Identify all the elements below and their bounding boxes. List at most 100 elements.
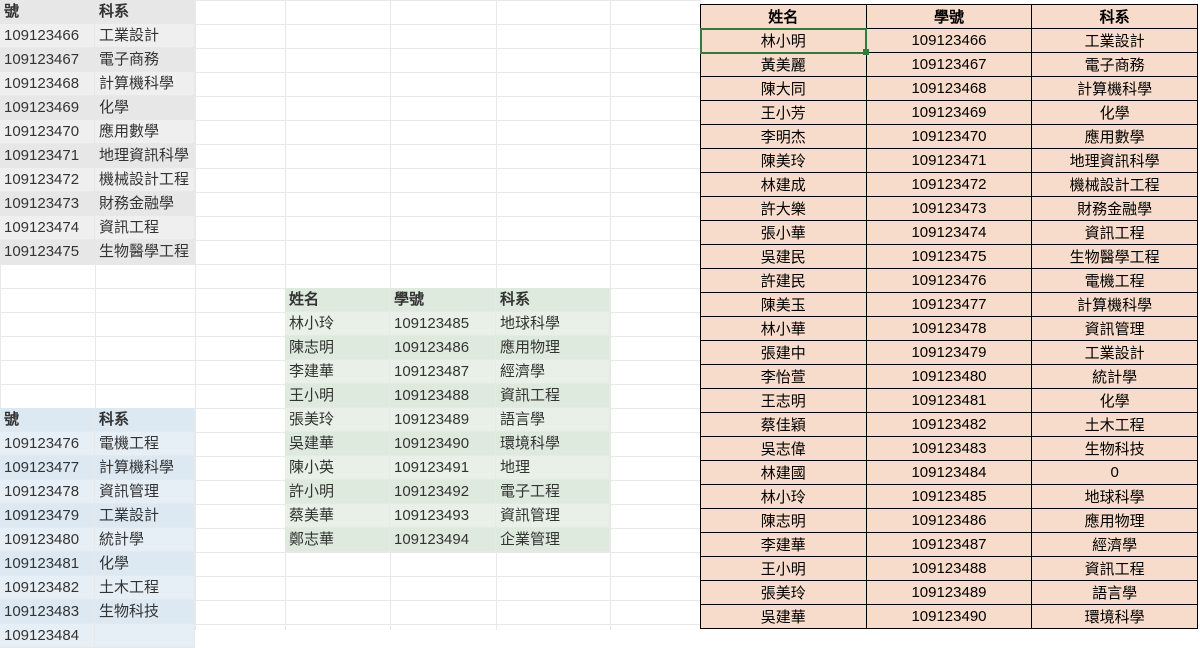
right-name[interactable]: 吳建民: [701, 245, 867, 269]
mid-id[interactable]: 109123491: [390, 456, 496, 480]
mid-dept[interactable]: 資訊工程: [496, 384, 610, 408]
selection-handle[interactable]: [863, 49, 869, 55]
mid-id[interactable]: 109123493: [390, 504, 496, 528]
right-name[interactable]: 黃美麗: [701, 53, 867, 77]
left-top-dept[interactable]: 機械設計工程: [95, 168, 195, 192]
left-top-id[interactable]: 109123469: [0, 96, 95, 120]
left-top-id[interactable]: 109123474: [0, 216, 95, 240]
left-top-dept[interactable]: 生物醫學工程: [95, 240, 195, 264]
right-id[interactable]: 109123488: [866, 557, 1032, 581]
right-dept[interactable]: 化學: [1032, 101, 1198, 125]
right-dept[interactable]: 地理資訊科學: [1032, 149, 1198, 173]
right-name[interactable]: 李明杰: [701, 125, 867, 149]
mid-name[interactable]: 蔡美華: [285, 504, 390, 528]
mid-id[interactable]: 109123485: [390, 312, 496, 336]
right-id[interactable]: 109123470: [866, 125, 1032, 149]
left-bottom-dept[interactable]: 計算機科學: [95, 456, 195, 480]
left-top-dept[interactable]: 計算機科學: [95, 72, 195, 96]
mid-id[interactable]: 109123490: [390, 432, 496, 456]
right-name[interactable]: 張建中: [701, 341, 867, 365]
mid-dept[interactable]: 應用物理: [496, 336, 610, 360]
right-dept[interactable]: 環境科學: [1032, 605, 1198, 629]
left-top-dept[interactable]: 財務金融學: [95, 192, 195, 216]
mid-id[interactable]: 109123487: [390, 360, 496, 384]
mid-header-name[interactable]: 姓名: [285, 288, 390, 312]
left-bottom-dept[interactable]: 土木工程: [95, 576, 195, 600]
mid-name[interactable]: 鄭志華: [285, 528, 390, 552]
left-top-id[interactable]: 109123471: [0, 144, 95, 168]
left-bottom-id[interactable]: 109123484: [0, 624, 95, 648]
right-id[interactable]: 109123466: [866, 29, 1032, 53]
right-header-name[interactable]: 姓名: [701, 5, 867, 29]
mid-header-dept[interactable]: 科系: [496, 288, 610, 312]
mid-id[interactable]: 109123488: [390, 384, 496, 408]
right-dept[interactable]: 化學: [1032, 389, 1198, 413]
right-id[interactable]: 109123483: [866, 437, 1032, 461]
right-id[interactable]: 109123474: [866, 221, 1032, 245]
left-bottom-id[interactable]: 109123478: [0, 480, 95, 504]
mid-dept[interactable]: 經濟學: [496, 360, 610, 384]
mid-id[interactable]: 109123486: [390, 336, 496, 360]
right-id[interactable]: 109123480: [866, 365, 1032, 389]
right-name[interactable]: 林小玲: [701, 485, 867, 509]
left-top-id[interactable]: 109123473: [0, 192, 95, 216]
mid-id[interactable]: 109123494: [390, 528, 496, 552]
right-name[interactable]: 王志明: [701, 389, 867, 413]
left-bottom-dept[interactable]: 工業設計: [95, 504, 195, 528]
right-id[interactable]: 109123473: [866, 197, 1032, 221]
right-dept[interactable]: 應用物理: [1032, 509, 1198, 533]
right-name[interactable]: 王小明: [701, 557, 867, 581]
right-dept[interactable]: 地球科學: [1032, 485, 1198, 509]
left-bottom-dept[interactable]: 電機工程: [95, 432, 195, 456]
mid-name[interactable]: 吳建華: [285, 432, 390, 456]
left-bottom-id[interactable]: 109123479: [0, 504, 95, 528]
right-dept[interactable]: 生物醫學工程: [1032, 245, 1198, 269]
right-dept[interactable]: 電機工程: [1032, 269, 1198, 293]
right-id[interactable]: 109123484: [866, 461, 1032, 485]
left-top-id[interactable]: 109123468: [0, 72, 95, 96]
mid-name[interactable]: 林小玲: [285, 312, 390, 336]
mid-dept[interactable]: 語言學: [496, 408, 610, 432]
right-name[interactable]: 張小華: [701, 221, 867, 245]
right-name[interactable]: 王小芳: [701, 101, 867, 125]
right-dept[interactable]: 機械設計工程: [1032, 173, 1198, 197]
left-bottom-id[interactable]: 109123483: [0, 600, 95, 624]
mid-dept[interactable]: 環境科學: [496, 432, 610, 456]
mid-id[interactable]: 109123489: [390, 408, 496, 432]
left-bottom-header-id[interactable]: 號: [0, 408, 95, 432]
right-id[interactable]: 109123485: [866, 485, 1032, 509]
left-bottom-id[interactable]: 109123480: [0, 528, 95, 552]
mid-name[interactable]: 張美玲: [285, 408, 390, 432]
right-name[interactable]: 李建華: [701, 533, 867, 557]
left-top-dept[interactable]: 工業設計: [95, 24, 195, 48]
right-id[interactable]: 109123471: [866, 149, 1032, 173]
right-name[interactable]: 許建民: [701, 269, 867, 293]
left-top-id[interactable]: 109123475: [0, 240, 95, 264]
right-id[interactable]: 109123481: [866, 389, 1032, 413]
right-id[interactable]: 109123489: [866, 581, 1032, 605]
left-bottom-header-dept[interactable]: 科系: [95, 408, 195, 432]
right-id[interactable]: 109123478: [866, 317, 1032, 341]
right-dept[interactable]: 財務金融學: [1032, 197, 1198, 221]
mid-name[interactable]: 李建華: [285, 360, 390, 384]
right-dept[interactable]: 電子商務: [1032, 53, 1198, 77]
right-dept[interactable]: 資訊工程: [1032, 557, 1198, 581]
left-top-id[interactable]: 109123470: [0, 120, 95, 144]
left-bottom-dept[interactable]: 生物科技: [95, 600, 195, 624]
left-bottom-dept[interactable]: 資訊管理: [95, 480, 195, 504]
right-dept[interactable]: 計算機科學: [1032, 293, 1198, 317]
mid-dept[interactable]: 地理: [496, 456, 610, 480]
right-id[interactable]: 109123476: [866, 269, 1032, 293]
right-dept[interactable]: 工業設計: [1032, 341, 1198, 365]
right-dept[interactable]: 資訊工程: [1032, 221, 1198, 245]
mid-dept[interactable]: 地球科學: [496, 312, 610, 336]
mid-header-id[interactable]: 學號: [390, 288, 496, 312]
left-top-header-dept[interactable]: 科系: [95, 0, 195, 24]
right-name[interactable]: 林小明: [701, 29, 867, 53]
right-name[interactable]: 林建國: [701, 461, 867, 485]
right-id[interactable]: 109123490: [866, 605, 1032, 629]
left-top-dept[interactable]: 應用數學: [95, 120, 195, 144]
right-dept[interactable]: 工業設計: [1032, 29, 1198, 53]
mid-name[interactable]: 陳小英: [285, 456, 390, 480]
left-top-id[interactable]: 109123467: [0, 48, 95, 72]
